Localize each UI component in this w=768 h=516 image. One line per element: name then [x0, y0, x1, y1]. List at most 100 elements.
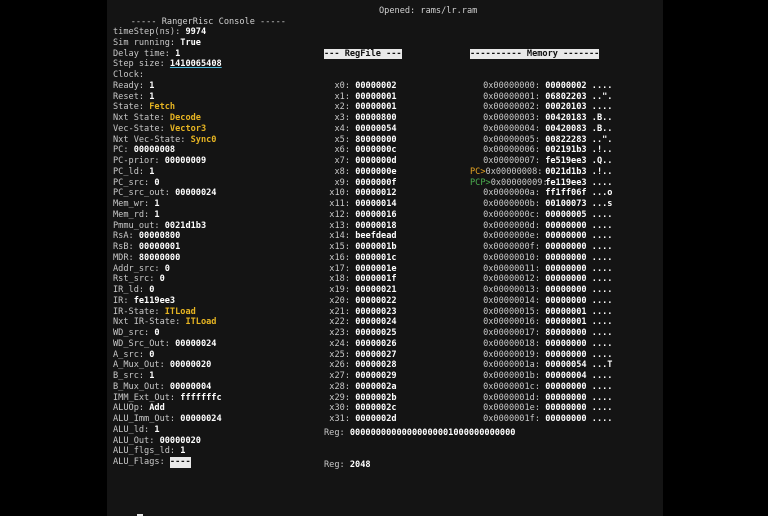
memory-address-cell: PC>0x00000008: [470, 167, 542, 178]
register-value: 00000026 [355, 338, 397, 349]
status-label: Vec-State: [113, 123, 170, 134]
memory-ascii: .... [591, 403, 613, 414]
memory-value: 00000000 [545, 403, 587, 414]
memory-value: 00000000 [545, 349, 587, 360]
status-value: 0 [149, 349, 155, 360]
memory-ascii: .... [591, 263, 613, 274]
memory-address: 0x00000014: [483, 295, 540, 306]
memory-address-cell: 0x0000000c: [470, 210, 540, 221]
register-row: x21: 00000023 [324, 307, 452, 318]
status-row: ALU_ld: 1 [113, 425, 222, 436]
memory-address-cell: 0x00000019: [470, 350, 540, 361]
register-value: 00000014 [355, 199, 397, 209]
memory-address: 0x00000012: [483, 274, 540, 285]
register-value: 0000000c [355, 145, 397, 156]
register-value: 00000012 [355, 188, 397, 199]
regfile-header: --- RegFile --- [324, 48, 402, 60]
memory-value: 00420083 [545, 123, 587, 134]
register-row: x1: 00000001 [324, 92, 452, 103]
memory-row: 0x00000013: 00000000 .... [470, 285, 660, 296]
memory-address: 0x00000011: [483, 263, 540, 274]
memory-value: 00000002 [545, 80, 587, 91]
memory-address-cell: 0x00000016: [470, 317, 540, 328]
memory-value: 00000001 [545, 306, 587, 317]
register-value: 00000025 [355, 328, 397, 338]
memory-value: 00000000 [545, 392, 587, 403]
memory-row: 0x00000004: 00420083 .B.. [470, 124, 660, 135]
register-name: x27: [329, 371, 350, 381]
memory-address-cell: 0x00000017: [470, 328, 540, 339]
memory-row: 0x00000010: 00000000 .... [470, 253, 660, 264]
memory-address-cell: 0x00000003: [470, 113, 540, 124]
register-value: 0000002b [355, 392, 397, 403]
memory-address: 0x00000000: [483, 80, 540, 91]
register-row: x17: 0000001e [324, 264, 452, 275]
status-value: 00000024 [180, 414, 222, 424]
memory-row: 0x00000016: 00000001 .... [470, 317, 660, 328]
memory-address: 0x0000000d: [483, 220, 540, 231]
register-row: x0: 00000002 [324, 81, 452, 92]
status-label: PC_ld: [113, 166, 150, 177]
reg-decimal-value: 2048 [349, 459, 371, 470]
memory-address-cell: 0x00000000: [470, 81, 540, 92]
memory-row: 0x00000017: 80000000 .... [470, 328, 660, 339]
status-label: B_Mux_Out: [113, 381, 170, 392]
memory-row: 0x00000003: 00420183 .B.. [470, 113, 660, 124]
memory-row: 0x0000000d: 00000000 .... [470, 221, 660, 232]
memory-address-cell: 0x00000010: [470, 253, 540, 264]
status-value: 0021d1b3 [164, 220, 207, 231]
status-label: ALU_Imm_Out: [113, 414, 181, 424]
memory-value: 00000000 [545, 220, 587, 231]
memory-address: 0x00000017: [483, 328, 540, 338]
status-row: Addr_src: 0 [113, 264, 222, 275]
memory-address: 0x00000005: [483, 134, 540, 145]
status-row: Mem_rd: 1 [113, 210, 222, 221]
command-prompt[interactable]: > [110, 503, 143, 516]
status-label: WD_src: [113, 328, 155, 338]
register-row: x10: 00000012 [324, 188, 452, 199]
status-row: B_src: 1 [113, 371, 222, 382]
memory-ascii: .... [591, 209, 613, 220]
status-label: Mem_rd: [113, 209, 155, 220]
status-row: timeStep(ns): 9974 [113, 27, 222, 38]
register-name: x17: [329, 263, 350, 274]
status-value: 1 [149, 371, 155, 381]
memory-value: 00000004 [545, 371, 587, 381]
memory-ascii: .Q.. [591, 156, 613, 166]
status-row: IMM_Ext_Out: fffffffc [113, 393, 222, 404]
memory-row: 0x00000018: 00000000 .... [470, 339, 660, 350]
register-row: x15: 0000001b [324, 242, 452, 253]
memory-value: 00000000 [545, 285, 587, 295]
reg-readout: Reg: 00000000000000000001000000000000 Re… [324, 406, 515, 492]
register-name: x12: [329, 209, 350, 220]
register-value: 00000024 [355, 317, 397, 328]
memory-address-cell: 0x00000005: [470, 135, 540, 146]
status-row: RsA: 00000800 [113, 231, 222, 242]
register-value: 00000027 [355, 349, 397, 360]
register-name: x23: [329, 328, 350, 338]
memory-address: 0x00000001: [483, 91, 540, 102]
register-name: x10: [329, 188, 350, 199]
status-value: 1 [149, 166, 155, 177]
register-value: 00000022 [355, 295, 397, 306]
memory-row: 0x00000019: 00000000 .... [470, 350, 660, 361]
memory-value: 002191b3 [545, 145, 587, 156]
register-value: 00000054 [355, 123, 397, 134]
memory-address-cell: 0x00000006: [470, 145, 540, 156]
status-value: 1410065408 [169, 59, 222, 70]
register-row: x28: 0000002a [324, 382, 452, 393]
memory-ascii: .!.. [591, 166, 613, 177]
status-row: ALU_Flags: ---- [113, 457, 222, 468]
memory-address: 0x00000007: [483, 156, 540, 166]
memory-ascii: .B.. [591, 113, 613, 123]
status-panel: timeStep(ns): 9974 Sim running: True Delay… [113, 27, 222, 468]
memory-row: 0x00000012: 00000000 .... [470, 274, 660, 285]
memory-address-cell: 0x0000001d: [470, 393, 540, 404]
status-row: Vec-State: Vector3 [113, 124, 222, 135]
status-row: Rst_src: 0 [113, 274, 222, 285]
status-value: ITLoad [164, 306, 196, 317]
register-row: x24: 00000026 [324, 339, 452, 350]
register-name: x13: [329, 220, 350, 231]
memory-value: 06802203 [545, 91, 587, 102]
memory-ascii: .... [591, 306, 613, 317]
